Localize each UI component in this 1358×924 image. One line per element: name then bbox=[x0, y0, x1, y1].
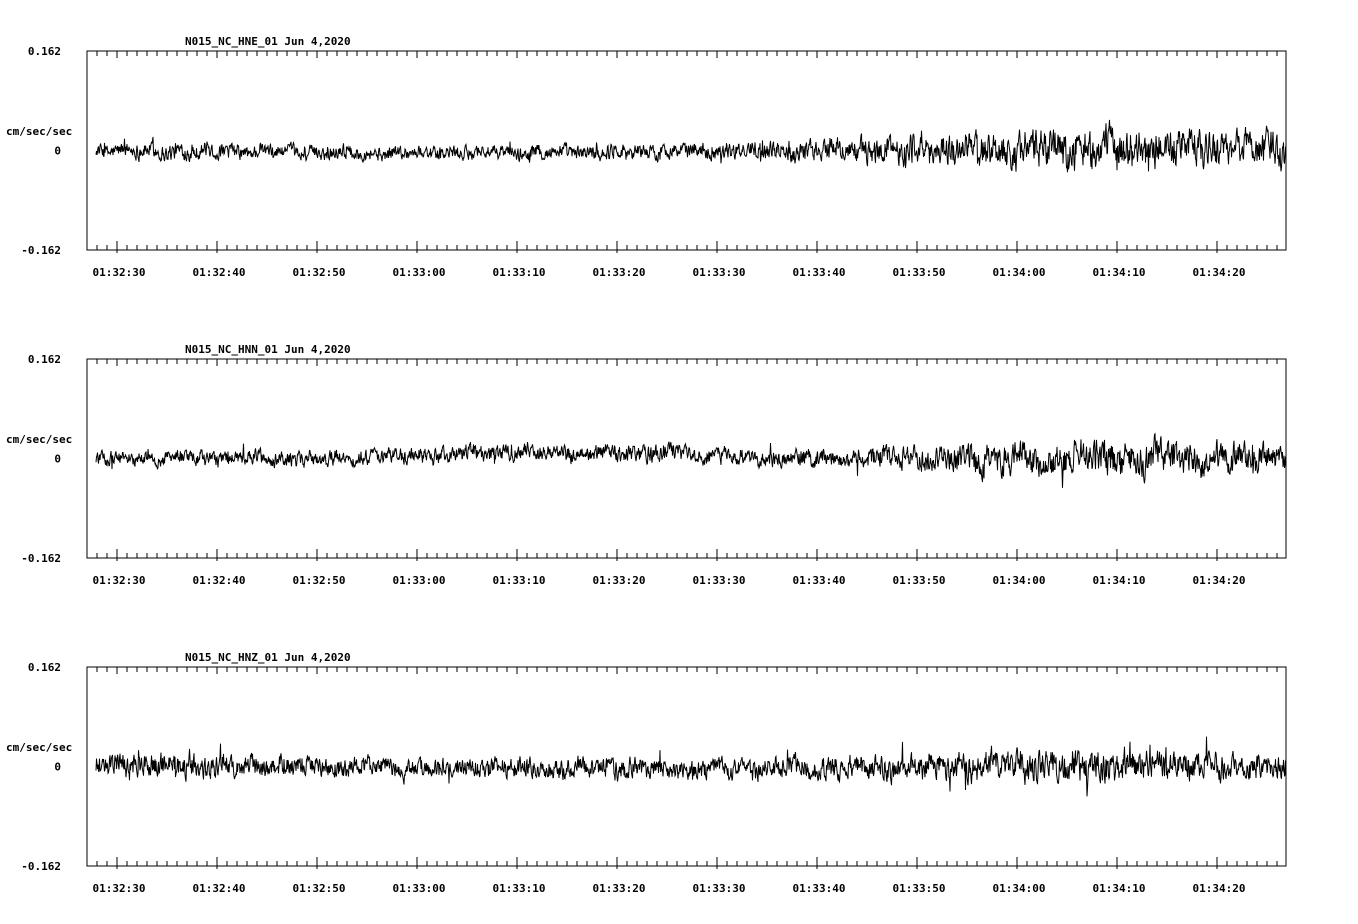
x-tick-label: 01:32:40 bbox=[193, 574, 246, 587]
x-tick-label: 01:33:20 bbox=[593, 266, 646, 279]
x-tick-label: 01:34:20 bbox=[1193, 882, 1246, 895]
x-tick-label: 01:32:50 bbox=[293, 266, 346, 279]
y-axis-label: cm/sec/sec bbox=[6, 125, 72, 138]
x-tick-label: 01:33:00 bbox=[393, 574, 446, 587]
chart-title: N015_NC_HNZ_01 Jun 4,2020 bbox=[185, 651, 351, 664]
y-tick-label: -0.162 bbox=[21, 860, 61, 873]
x-tick-label: 01:33:00 bbox=[393, 882, 446, 895]
waveform-trace bbox=[95, 119, 1287, 173]
x-tick-label: 01:32:50 bbox=[293, 574, 346, 587]
y-tick-label: -0.162 bbox=[21, 244, 61, 257]
x-tick-label: 01:32:30 bbox=[93, 882, 146, 895]
y-tick-label: 0 bbox=[54, 453, 61, 466]
x-tick-label: 01:33:50 bbox=[893, 882, 946, 895]
x-tick-label: 01:33:40 bbox=[793, 574, 846, 587]
x-tick-label: 01:33:10 bbox=[493, 574, 546, 587]
x-tick-label: 01:33:40 bbox=[793, 266, 846, 279]
x-tick-label: 01:33:10 bbox=[493, 266, 546, 279]
x-tick-label: 01:34:10 bbox=[1093, 266, 1146, 279]
x-tick-label: 01:32:40 bbox=[193, 882, 246, 895]
x-tick-label: 01:34:00 bbox=[993, 266, 1046, 279]
x-tick-label: 01:34:20 bbox=[1193, 266, 1246, 279]
x-tick-label: 01:34:20 bbox=[1193, 574, 1246, 587]
y-tick-label: 0 bbox=[54, 145, 61, 158]
y-tick-label: 0.162 bbox=[28, 661, 61, 674]
x-tick-label: 01:33:40 bbox=[793, 882, 846, 895]
x-tick-label: 01:33:50 bbox=[893, 574, 946, 587]
x-tick-label: 01:34:10 bbox=[1093, 574, 1146, 587]
x-tick-label: 01:33:10 bbox=[493, 882, 546, 895]
y-tick-label: 0.162 bbox=[28, 45, 61, 58]
y-axis-label: cm/sec/sec bbox=[6, 741, 72, 754]
x-tick-label: 01:32:40 bbox=[193, 266, 246, 279]
waveform-trace bbox=[95, 736, 1287, 797]
chart-title: N015_NC_HNE_01 Jun 4,2020 bbox=[185, 35, 351, 48]
seismogram-figure: N015_NC_HNE_01 Jun 4,2020 cm/sec/sec 0.162… bbox=[6, 35, 1287, 895]
x-tick-label: 01:34:00 bbox=[993, 574, 1046, 587]
chart-panel-2: N015_NC_HNN_01 Jun 4,2020 cm/sec/sec 0.162… bbox=[6, 343, 1287, 587]
x-tick-label: 01:32:30 bbox=[93, 574, 146, 587]
chart-panel-1: N015_NC_HNE_01 Jun 4,2020 cm/sec/sec 0.162… bbox=[6, 35, 1287, 279]
x-tick-label: 01:33:50 bbox=[893, 266, 946, 279]
y-axis-label: cm/sec/sec bbox=[6, 433, 72, 446]
x-tick-label: 01:34:10 bbox=[1093, 882, 1146, 895]
y-tick-label: 0.162 bbox=[28, 353, 61, 366]
waveform-trace bbox=[95, 432, 1287, 488]
x-tick-label: 01:32:50 bbox=[293, 882, 346, 895]
x-tick-label: 01:33:20 bbox=[593, 574, 646, 587]
x-tick-label: 01:33:20 bbox=[593, 882, 646, 895]
y-tick-label: 0 bbox=[54, 761, 61, 774]
y-tick-label: -0.162 bbox=[21, 552, 61, 565]
x-tick-label: 01:33:30 bbox=[693, 574, 746, 587]
chart-title: N015_NC_HNN_01 Jun 4,2020 bbox=[185, 343, 351, 356]
x-tick-label: 01:33:30 bbox=[693, 882, 746, 895]
x-tick-label: 01:33:00 bbox=[393, 266, 446, 279]
x-tick-label: 01:32:30 bbox=[93, 266, 146, 279]
x-tick-label: 01:33:30 bbox=[693, 266, 746, 279]
chart-panel-3: N015_NC_HNZ_01 Jun 4,2020 cm/sec/sec 0.162… bbox=[6, 651, 1287, 895]
x-tick-label: 01:34:00 bbox=[993, 882, 1046, 895]
